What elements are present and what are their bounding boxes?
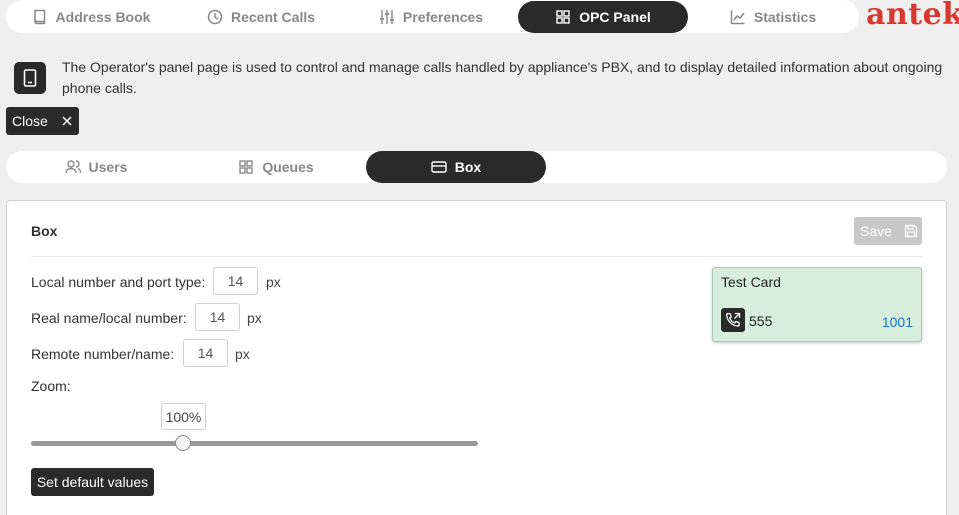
tab-label: Preferences [402, 9, 484, 25]
card-icon [431, 161, 447, 173]
chart-icon [730, 10, 745, 25]
tab-address-book[interactable]: Address Book [6, 1, 176, 33]
tab-label: Queues [262, 159, 314, 175]
tab-label: Box [454, 159, 482, 175]
tab-statistics[interactable]: Statistics [688, 1, 858, 33]
main-nav: Address Book Recent Calls Preferences OP… [6, 0, 859, 33]
close-label: Close [12, 113, 48, 129]
tab-box[interactable]: Box [366, 151, 546, 183]
tab-label: Recent Calls [230, 9, 316, 25]
save-label: Save [860, 223, 892, 239]
real-name-label: Real name/local number: [31, 310, 187, 326]
tab-preferences[interactable]: Preferences [346, 1, 516, 33]
save-button[interactable]: Save [854, 217, 922, 245]
set-default-values-button[interactable]: Set default values [31, 468, 154, 496]
tab-recent-calls[interactable]: Recent Calls [176, 1, 346, 33]
preview-card: Test Card 555 1001 [712, 267, 922, 342]
tab-label: Address Book [55, 9, 151, 25]
zoom-slider-track[interactable] [31, 441, 478, 446]
tab-label: OPC Panel [579, 9, 651, 25]
antek-logo: antek [866, 0, 959, 32]
page-description: The Operator's panel page is used to con… [62, 59, 943, 96]
local-number-size-input[interactable] [213, 267, 258, 295]
close-button[interactable]: Close [6, 107, 79, 135]
grid-icon [239, 160, 254, 174]
close-icon [62, 116, 72, 126]
zoom-slider-handle[interactable] [174, 435, 191, 451]
card-remote-number: 555 [749, 313, 773, 329]
tablet-icon [14, 62, 46, 94]
users-icon [64, 160, 81, 174]
tab-label: Users [88, 159, 128, 175]
remote-number-size-input[interactable] [183, 339, 228, 367]
zoom-label: Zoom: [31, 378, 71, 394]
local-number-unit: px [266, 274, 281, 290]
remote-number-unit: px [235, 346, 250, 362]
local-number-label: Local number and port type: [31, 274, 206, 290]
sub-nav: Users Queues Box [6, 151, 947, 183]
real-name-size-input[interactable] [195, 303, 240, 331]
book-icon [33, 9, 45, 25]
phone-call-icon [721, 308, 745, 332]
real-name-unit: px [247, 310, 262, 326]
panel-title: Box [31, 223, 58, 239]
zoom-value-tooltip: 100% [160, 403, 206, 430]
card-local-number: 1001 [881, 314, 913, 330]
grid-icon [556, 10, 570, 24]
box-settings-panel: Box Save Local number and port type: px … [6, 200, 947, 515]
tab-label: Statistics [753, 9, 817, 25]
card-title: Test Card [721, 274, 781, 290]
tab-queues[interactable]: Queues [186, 151, 366, 183]
save-icon [904, 224, 918, 238]
tab-opc-panel[interactable]: OPC Panel [518, 1, 688, 33]
remote-number-label: Remote number/name: [31, 346, 175, 362]
tab-users[interactable]: Users [6, 151, 186, 183]
sliders-icon [379, 10, 394, 24]
clock-icon [207, 9, 223, 25]
divider [31, 256, 922, 257]
